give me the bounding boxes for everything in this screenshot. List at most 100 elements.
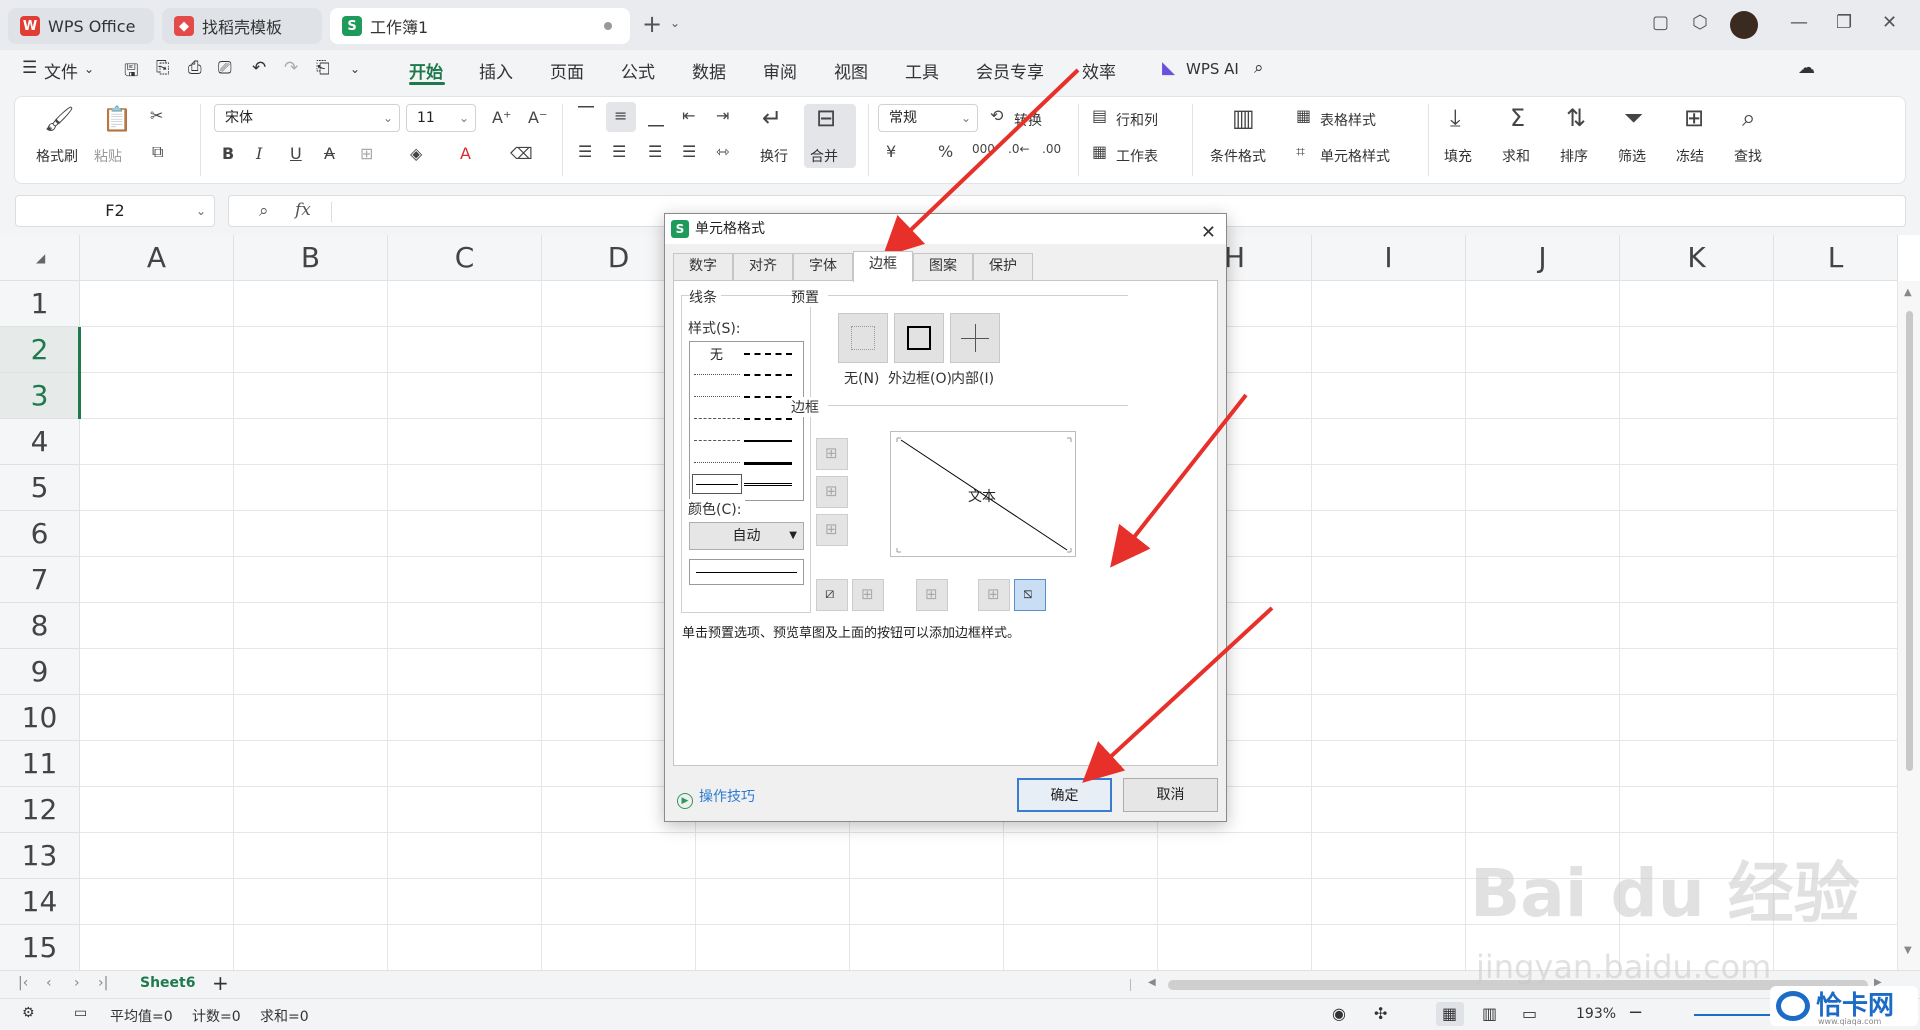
- worksheet-button[interactable]: 工作表: [1116, 146, 1158, 166]
- tips-link[interactable]: ▶ 操作技巧: [677, 786, 755, 809]
- tab-number[interactable]: 数字: [673, 253, 733, 280]
- normal-view-icon[interactable]: ▦: [1442, 1004, 1457, 1023]
- menu-home[interactable]: 开始: [409, 58, 443, 83]
- tab-border[interactable]: 边框: [853, 251, 913, 282]
- column-header[interactable]: K: [1620, 235, 1774, 281]
- print-icon[interactable]: ⎙: [188, 58, 202, 78]
- search-icon[interactable]: ⌕: [1254, 58, 1264, 78]
- row-header[interactable]: 1: [0, 281, 80, 327]
- table-style-icon[interactable]: ▦: [1296, 106, 1311, 125]
- align-left-icon[interactable]: ☰: [578, 142, 592, 161]
- increase-indent-icon[interactable]: ⇥: [716, 106, 729, 125]
- distributed-icon[interactable]: ⇿: [716, 142, 729, 161]
- border-middle-v-button[interactable]: ⊞: [916, 579, 948, 611]
- copy-icon[interactable]: ⧉: [152, 142, 163, 162]
- wrap-text-icon[interactable]: ↵: [762, 104, 782, 132]
- cancel-button[interactable]: 取消: [1123, 778, 1218, 812]
- macro-icon[interactable]: ⚙: [22, 1005, 35, 1021]
- last-sheet-icon[interactable]: ›|: [98, 975, 108, 991]
- conditional-format-button[interactable]: 条件格式: [1210, 146, 1266, 166]
- scroll-down-icon[interactable]: ▼: [1904, 945, 1912, 956]
- chevron-down-icon[interactable]: ⌄: [84, 62, 94, 76]
- convert-icon[interactable]: ⟲: [990, 106, 1003, 125]
- line-style-option[interactable]: [694, 418, 740, 419]
- row-header[interactable]: 9: [0, 649, 80, 695]
- percent-button[interactable]: %: [938, 142, 953, 161]
- border-preview[interactable]: 文本: [890, 431, 1076, 557]
- sheet-tab-sheet6[interactable]: Sheet6: [140, 975, 195, 991]
- tab-list-chevron-icon[interactable]: ⌄: [670, 16, 680, 30]
- scroll-left-icon[interactable]: ◀: [1148, 977, 1156, 988]
- format-painter-button[interactable]: 格式刷: [36, 146, 78, 166]
- worksheet-icon[interactable]: ▦: [1092, 142, 1107, 161]
- more-chevron-icon[interactable]: ⌄: [350, 62, 360, 76]
- cell-mode-icon[interactable]: ▭: [74, 1005, 87, 1021]
- table-style-button[interactable]: 表格样式: [1320, 110, 1376, 130]
- fill-color-icon[interactable]: ◈: [410, 144, 422, 163]
- column-header[interactable]: C: [388, 235, 542, 281]
- row-header[interactable]: 2: [0, 327, 80, 373]
- line-style-option[interactable]: [744, 418, 792, 420]
- preset-none-button[interactable]: [838, 313, 888, 363]
- convert-button[interactable]: 转换: [1014, 110, 1042, 130]
- sum-icon[interactable]: Σ: [1510, 104, 1525, 132]
- row-header[interactable]: 11: [0, 741, 80, 787]
- menu-file[interactable]: 文件: [44, 58, 78, 83]
- line-style-option[interactable]: [694, 374, 740, 375]
- line-style-option[interactable]: [744, 396, 792, 398]
- menu-data[interactable]: 数据: [692, 58, 726, 83]
- menu-view[interactable]: 视图: [834, 58, 868, 83]
- select-all-corner[interactable]: ◢: [0, 235, 80, 281]
- row-header[interactable]: 12: [0, 787, 80, 833]
- zoom-formula-icon[interactable]: ⌕: [259, 201, 269, 221]
- export-icon[interactable]: ⎗: [316, 58, 330, 78]
- cell-style-icon[interactable]: ⌗: [1296, 142, 1305, 162]
- hamburger-icon[interactable]: ☰: [22, 58, 37, 78]
- tab-font[interactable]: 字体: [793, 253, 853, 280]
- line-color-select[interactable]: 自动 ▼: [689, 522, 804, 550]
- justify-icon[interactable]: ☰: [682, 142, 696, 161]
- border-bottom-button[interactable]: ⊞: [816, 514, 848, 546]
- increase-font-icon[interactable]: A⁺: [492, 108, 511, 127]
- prev-sheet-icon[interactable]: ‹: [46, 975, 52, 991]
- tab-alignment[interactable]: 对齐: [733, 253, 793, 280]
- menu-insert[interactable]: 插入: [479, 58, 513, 83]
- restore-icon[interactable]: ❐: [1836, 12, 1852, 33]
- bold-button[interactable]: B: [222, 144, 234, 163]
- filter-icon[interactable]: ⏷: [1624, 104, 1643, 132]
- print-preview-icon[interactable]: ⎚: [218, 58, 232, 78]
- row-header[interactable]: 5: [0, 465, 80, 511]
- line-style-option[interactable]: [694, 440, 740, 441]
- align-right-icon[interactable]: ☰: [648, 142, 662, 161]
- line-style-option[interactable]: [694, 396, 740, 397]
- row-header[interactable]: 13: [0, 833, 80, 879]
- line-style-list[interactable]: 无: [689, 341, 804, 501]
- align-middle-icon[interactable]: ≡: [614, 106, 627, 125]
- vertical-scrollbar[interactable]: ▲ ▼: [1898, 281, 1920, 970]
- conditional-format-icon[interactable]: ▥: [1232, 104, 1255, 132]
- menu-review[interactable]: 审阅: [763, 58, 797, 83]
- preset-inside-button[interactable]: [950, 313, 1000, 363]
- sort-icon[interactable]: ⇅: [1566, 104, 1586, 132]
- menu-page[interactable]: 页面: [550, 58, 584, 83]
- preset-outline-button[interactable]: [894, 313, 944, 363]
- close-icon[interactable]: ✕: [1201, 218, 1216, 248]
- fill-icon[interactable]: ⤓: [1450, 104, 1461, 132]
- zoom-level[interactable]: 193%: [1576, 1006, 1616, 1022]
- save-icon[interactable]: 🖫: [124, 58, 138, 87]
- border-left-button[interactable]: ⊞: [852, 579, 884, 611]
- menu-formula[interactable]: 公式: [621, 58, 655, 83]
- increase-decimal-icon[interactable]: .0←: [1008, 142, 1030, 156]
- avatar[interactable]: [1730, 11, 1758, 39]
- tab-workbook1[interactable]: S 工作簿1: [330, 8, 630, 44]
- fx-icon[interactable]: fx: [295, 200, 311, 220]
- italic-button[interactable]: I: [256, 144, 262, 163]
- format-painter-icon[interactable]: 🖌: [44, 105, 74, 133]
- line-style-option[interactable]: [744, 374, 792, 376]
- window-icon[interactable]: ▢: [1652, 12, 1669, 33]
- column-header[interactable]: A: [80, 235, 234, 281]
- add-sheet-button[interactable]: +: [212, 971, 229, 995]
- borders-icon[interactable]: ⊞: [360, 144, 373, 163]
- border-middle-h-button[interactable]: ⊞: [816, 476, 848, 508]
- cube-icon[interactable]: ⬡: [1692, 12, 1708, 33]
